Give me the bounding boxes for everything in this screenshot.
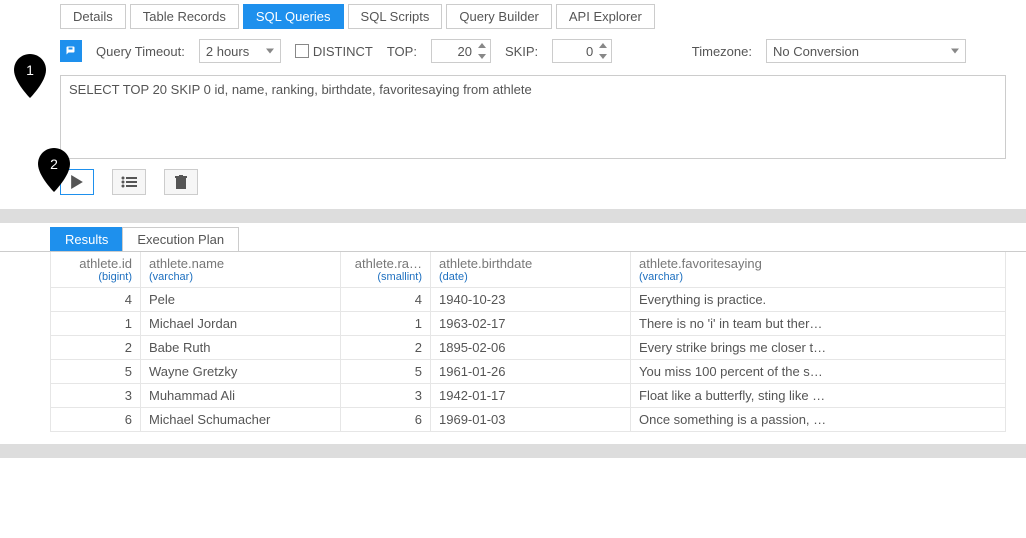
trash-icon: [175, 175, 187, 189]
table-row[interactable]: 1Michael Jordan11963-02-17There is no 'i…: [51, 312, 1006, 336]
tab-execution-plan[interactable]: Execution Plan: [122, 227, 239, 251]
skip-input[interactable]: 0: [552, 39, 612, 63]
cell-rank: 4: [341, 288, 431, 312]
results-table: athlete.id(bigint) athlete.name(varchar)…: [50, 252, 1006, 432]
cell-rank: 5: [341, 360, 431, 384]
results-tabs: Results Execution Plan: [0, 223, 1026, 252]
cell-date: 1963-02-17: [431, 312, 631, 336]
cell-saying: Every strike brings me closer t…: [631, 336, 1006, 360]
cell-date: 1895-02-06: [431, 336, 631, 360]
table-header-row: athlete.id(bigint) athlete.name(varchar)…: [51, 252, 1006, 288]
col-athlete-ranking[interactable]: athlete.ra…(smallint): [341, 252, 431, 288]
cell-date: 1940-10-23: [431, 288, 631, 312]
cell-rank: 3: [341, 384, 431, 408]
distinct-label: DISTINCT: [313, 44, 373, 59]
skip-label: SKIP:: [505, 44, 538, 59]
cell-rank: 1: [341, 312, 431, 336]
table-row[interactable]: 6Michael Schumacher61969-01-03Once somet…: [51, 408, 1006, 432]
play-icon: [71, 175, 83, 189]
clear-button[interactable]: [164, 169, 198, 195]
col-athlete-id[interactable]: athlete.id(bigint): [51, 252, 141, 288]
tab-sql-scripts[interactable]: SQL Scripts: [348, 4, 443, 29]
top-label: TOP:: [387, 44, 417, 59]
tab-details[interactable]: Details: [60, 4, 126, 29]
query-action-row: [0, 167, 1026, 209]
cell-name: Pele: [141, 288, 341, 312]
cell-saying: There is no 'i' in team but ther…: [631, 312, 1006, 336]
tab-table-records[interactable]: Table Records: [130, 4, 239, 29]
cell-date: 1969-01-03: [431, 408, 631, 432]
table-row[interactable]: 4Pele41940-10-23Everything is practice.: [51, 288, 1006, 312]
cell-id: 2: [51, 336, 141, 360]
cell-rank: 6: [341, 408, 431, 432]
cell-saying: You miss 100 percent of the s…: [631, 360, 1006, 384]
cell-name: Muhammad Ali: [141, 384, 341, 408]
cell-name: Michael Jordan: [141, 312, 341, 336]
timezone-label: Timezone:: [692, 44, 752, 59]
run-query-button[interactable]: [60, 169, 94, 195]
cell-saying: Float like a butterfly, sting like …: [631, 384, 1006, 408]
top-input[interactable]: 20: [431, 39, 491, 63]
cell-saying: Everything is practice.: [631, 288, 1006, 312]
history-button[interactable]: [112, 169, 146, 195]
cell-id: 6: [51, 408, 141, 432]
query-editor[interactable]: SELECT TOP 20 SKIP 0 id, name, ranking, …: [60, 75, 1006, 159]
distinct-checkbox[interactable]: [295, 44, 309, 58]
query-timeout-select[interactable]: 2 hours: [199, 39, 281, 63]
query-timeout-label: Query Timeout:: [96, 44, 185, 59]
cell-rank: 2: [341, 336, 431, 360]
col-athlete-favoritesaying[interactable]: athlete.favoritesaying(varchar): [631, 252, 1006, 288]
table-row[interactable]: 3Muhammad Ali31942-01-17Float like a but…: [51, 384, 1006, 408]
cell-id: 5: [51, 360, 141, 384]
timezone-select[interactable]: No Conversion: [766, 39, 966, 63]
cell-name: Babe Ruth: [141, 336, 341, 360]
cell-id: 3: [51, 384, 141, 408]
list-icon: [121, 176, 137, 188]
tab-api-explorer[interactable]: API Explorer: [556, 4, 655, 29]
query-options-bar: Query Timeout: 2 hours DISTINCT TOP: 20 …: [0, 29, 1026, 71]
col-athlete-birthdate[interactable]: athlete.birthdate(date): [431, 252, 631, 288]
tab-results[interactable]: Results: [50, 227, 123, 251]
cell-saying: Once something is a passion, …: [631, 408, 1006, 432]
col-athlete-name[interactable]: athlete.name(varchar): [141, 252, 341, 288]
table-row[interactable]: 2Babe Ruth21895-02-06Every strike brings…: [51, 336, 1006, 360]
cell-name: Wayne Gretzky: [141, 360, 341, 384]
cell-id: 4: [51, 288, 141, 312]
tab-query-builder[interactable]: Query Builder: [446, 4, 551, 29]
cell-name: Michael Schumacher: [141, 408, 341, 432]
cell-date: 1961-01-26: [431, 360, 631, 384]
cell-id: 1: [51, 312, 141, 336]
table-row[interactable]: 5Wayne Gretzky51961-01-26You miss 100 pe…: [51, 360, 1006, 384]
tab-sql-queries[interactable]: SQL Queries: [243, 4, 344, 29]
main-tabs: Details Table Records SQL Queries SQL Sc…: [0, 0, 1026, 29]
save-query-button[interactable]: [60, 40, 82, 62]
cell-date: 1942-01-17: [431, 384, 631, 408]
